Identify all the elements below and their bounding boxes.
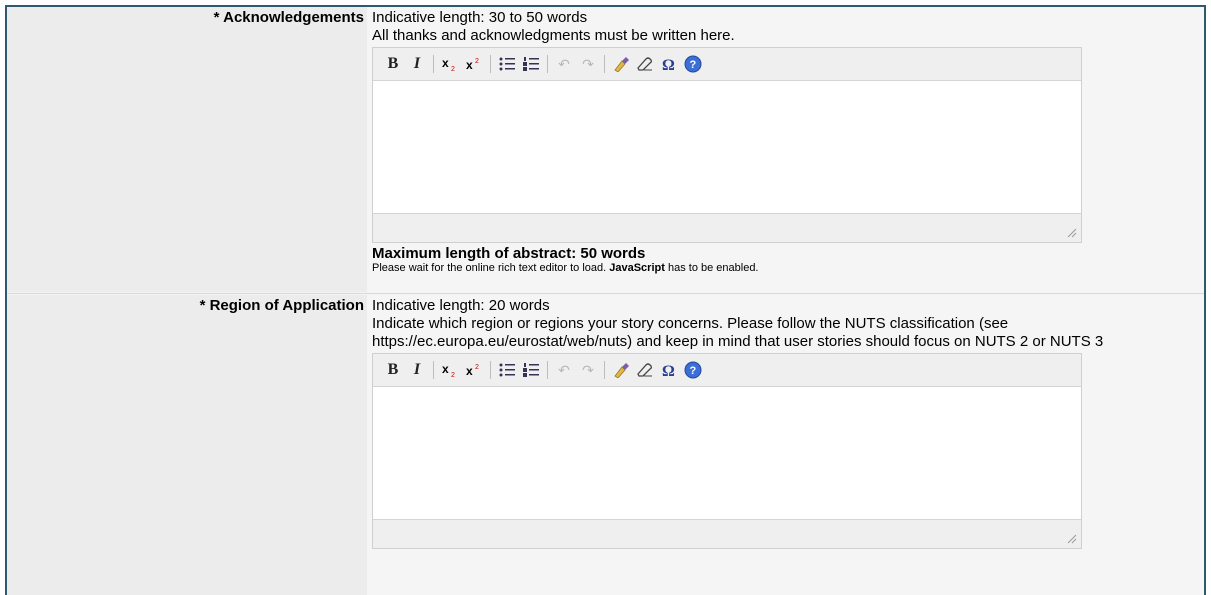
paintbrush-icon [614, 57, 629, 72]
superscript-icon: x2 [466, 58, 479, 72]
field-label-acknowledgements: * Acknowledgements [7, 7, 367, 292]
form-row-region: * Region of Application Indicative lengt… [7, 295, 1204, 595]
redo-button[interactable]: ↷ [578, 54, 598, 74]
field-body-acknowledgements: Indicative length: 30 to 50 words All th… [367, 7, 1204, 292]
editor-toolbar: B I x2 x2 ↶ ↷ Ω ? [373, 354, 1081, 387]
special-character-button[interactable]: Ω [659, 54, 679, 74]
indicative-length: Indicative length: 20 words [372, 297, 550, 314]
form-frame: * Acknowledgements Indicative length: 30… [5, 5, 1206, 595]
form-row-acknowledgements: * Acknowledgements Indicative length: 30… [7, 7, 1204, 292]
numbered-list-button[interactable] [521, 360, 541, 380]
wait-suffix: has to be enabled. [667, 262, 759, 274]
field-label-region: * Region of Application [7, 295, 367, 595]
svg-text:2: 2 [475, 364, 479, 371]
editor-toolbar: B I x2 x2 ↶ ↷ Ω ? [373, 48, 1081, 81]
bold-button[interactable]: B [383, 54, 403, 74]
toolbar-separator [547, 55, 548, 73]
indicative-length: Indicative length: 30 to 50 words [372, 9, 588, 26]
help-button[interactable]: ? [683, 54, 703, 74]
rich-text-editor-acknowledgements: B I x2 x2 ↶ ↷ Ω ? [372, 47, 1082, 243]
bold-button[interactable]: B [383, 360, 403, 380]
clean-format-button[interactable] [611, 54, 631, 74]
editor-statusbar [373, 213, 1081, 242]
javascript-keyword: JavaScript [609, 262, 665, 274]
help-icon: ? [684, 361, 702, 379]
special-character-button[interactable]: Ω [659, 360, 679, 380]
bulleted-list-icon [499, 57, 515, 71]
toolbar-separator [490, 361, 491, 379]
editor-loading-note: Please wait for the online rich text edi… [372, 262, 1204, 275]
editor-content-area[interactable] [373, 387, 1081, 519]
eraser-icon [637, 57, 652, 71]
subscript-icon: x2 [442, 56, 455, 72]
subscript-button[interactable]: x2 [440, 360, 460, 380]
bulleted-list-button[interactable] [497, 54, 517, 74]
toolbar-separator [490, 55, 491, 73]
eraser-button[interactable] [635, 360, 655, 380]
svg-text:Ω: Ω [662, 57, 675, 72]
numbered-list-icon [523, 363, 539, 377]
toolbar-separator [433, 361, 434, 379]
svg-text:x: x [442, 362, 449, 376]
rich-text-editor-region: B I x2 x2 ↶ ↷ Ω ? [372, 353, 1082, 549]
svg-text:2: 2 [451, 372, 455, 378]
subscript-icon: x2 [442, 362, 455, 378]
italic-button[interactable]: I [407, 360, 427, 380]
help-icon: ? [684, 55, 702, 73]
svg-text:2: 2 [475, 58, 479, 65]
toolbar-separator [547, 361, 548, 379]
field-description: Indicate which region or regions your st… [372, 315, 1104, 350]
editor-content-area[interactable] [373, 81, 1081, 213]
superscript-button[interactable]: x2 [464, 360, 484, 380]
svg-text:x: x [466, 364, 473, 378]
numbered-list-icon [523, 57, 539, 71]
row-divider [7, 293, 1204, 294]
resize-handle-icon[interactable] [1067, 534, 1077, 544]
svg-text:?: ? [690, 59, 697, 71]
undo-button[interactable]: ↶ [554, 360, 574, 380]
superscript-icon: x2 [466, 364, 479, 378]
bulleted-list-icon [499, 363, 515, 377]
svg-text:x: x [442, 56, 449, 70]
omega-icon: Ω [662, 57, 675, 72]
field-description: All thanks and acknowledgments must be w… [372, 27, 735, 44]
svg-text:2: 2 [451, 66, 455, 72]
clean-format-button[interactable] [611, 360, 631, 380]
svg-text:x: x [466, 58, 473, 72]
toolbar-separator [433, 55, 434, 73]
svg-text:?: ? [690, 365, 697, 377]
numbered-list-button[interactable] [521, 54, 541, 74]
omega-icon: Ω [662, 363, 675, 378]
resize-handle-icon[interactable] [1067, 228, 1077, 238]
redo-button[interactable]: ↷ [578, 360, 598, 380]
subscript-button[interactable]: x2 [440, 54, 460, 74]
eraser-icon [637, 363, 652, 377]
italic-button[interactable]: I [407, 54, 427, 74]
editor-statusbar [373, 519, 1081, 548]
eraser-button[interactable] [635, 54, 655, 74]
field-body-region: Indicative length: 20 words Indicate whi… [367, 295, 1204, 595]
max-length-note: Maximum length of abstract: 50 words [372, 245, 646, 262]
wait-text: Please wait for the online rich text edi… [372, 262, 607, 274]
toolbar-separator [604, 55, 605, 73]
bulleted-list-button[interactable] [497, 360, 517, 380]
toolbar-separator [604, 361, 605, 379]
superscript-button[interactable]: x2 [464, 54, 484, 74]
svg-text:Ω: Ω [662, 363, 675, 378]
undo-button[interactable]: ↶ [554, 54, 574, 74]
paintbrush-icon [614, 363, 629, 378]
help-button[interactable]: ? [683, 360, 703, 380]
